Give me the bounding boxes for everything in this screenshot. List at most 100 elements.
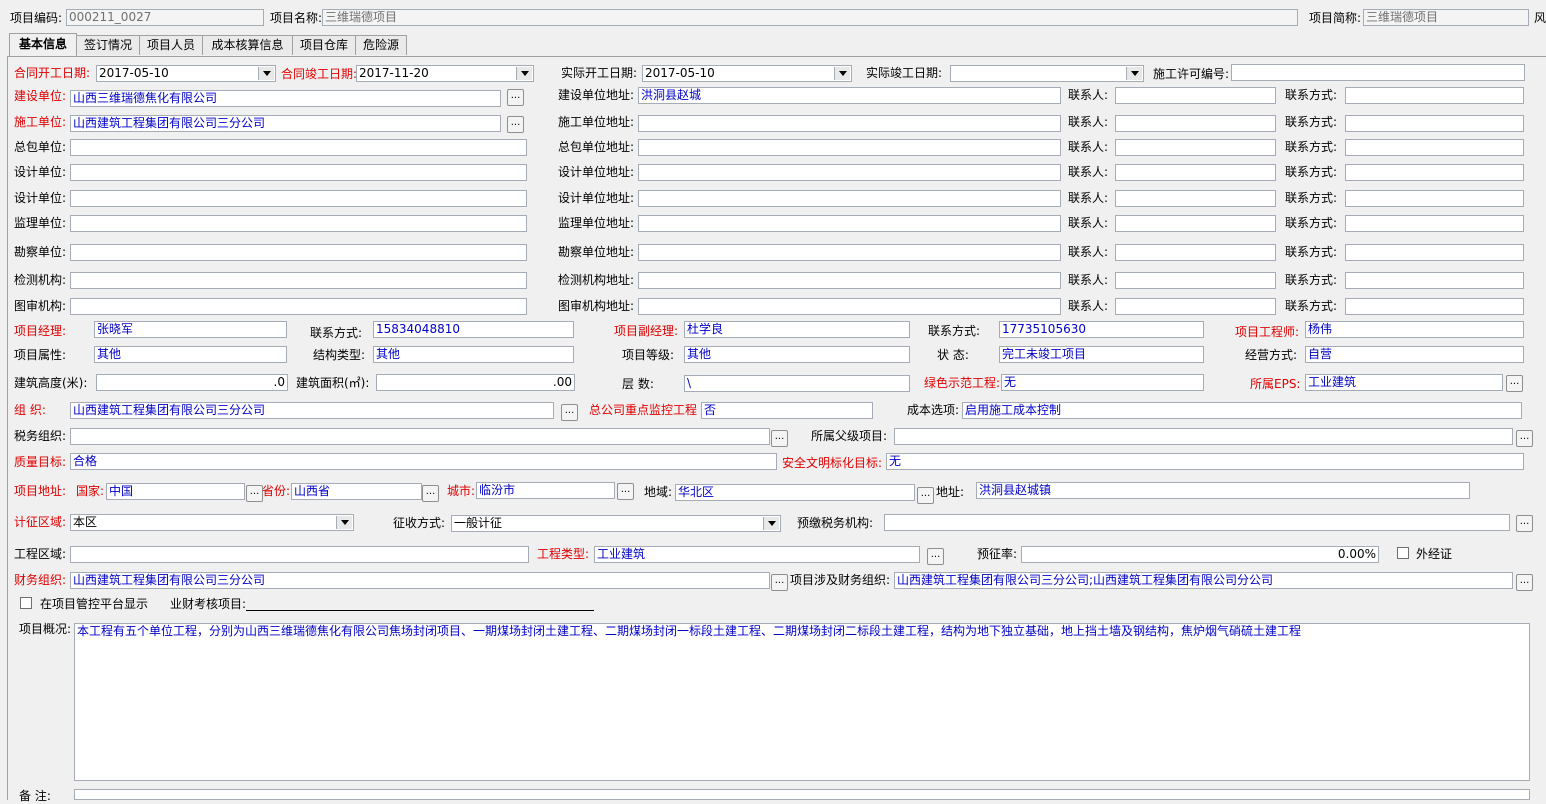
contract-end-picker[interactable]: 2017-11-20 <box>356 65 534 82</box>
dropdown-arrow-icon[interactable] <box>763 517 779 530</box>
review-addr-field[interactable] <box>638 298 1061 315</box>
project-code-field[interactable]: 000211_0027 <box>66 9 264 26</box>
engineer-field[interactable]: 杨伟 <box>1305 321 1524 338</box>
country-field[interactable]: 中国 <box>106 483 245 500</box>
dropdown-arrow-icon[interactable] <box>834 67 850 80</box>
tab-signing[interactable]: 签订情况 <box>76 35 140 55</box>
testing-phone-field[interactable] <box>1345 272 1524 289</box>
build-phone-field[interactable] <box>1345 87 1524 104</box>
supervise-unit-field[interactable] <box>70 215 527 232</box>
finance-org-browse-button[interactable]: ... <box>771 574 788 591</box>
finance-org-field[interactable]: 山西建筑工程集团有限公司三分公司 <box>70 572 770 589</box>
survey-phone-field[interactable] <box>1345 244 1524 261</box>
province-field[interactable]: 山西省 <box>291 483 422 500</box>
tax-zone-select[interactable]: 本区 <box>70 514 354 531</box>
testing-contact-field[interactable] <box>1115 272 1276 289</box>
structure-field[interactable]: 其他 <box>373 346 574 363</box>
grade-field[interactable]: 其他 <box>684 346 910 363</box>
province-browse-button[interactable]: ... <box>422 485 439 502</box>
org-field[interactable]: 山西建筑工程集团有限公司三分公司 <box>70 402 554 419</box>
construct-phone-field[interactable] <box>1345 115 1524 132</box>
green-field[interactable]: 无 <box>1001 374 1204 391</box>
design2-phone-field[interactable] <box>1345 190 1524 207</box>
dropdown-arrow-icon[interactable] <box>1126 67 1142 80</box>
survey-addr-field[interactable] <box>638 244 1061 261</box>
general-addr-field[interactable] <box>638 139 1061 156</box>
testing-unit-field[interactable] <box>70 272 527 289</box>
tax-org-field[interactable] <box>70 428 770 445</box>
review-phone-field[interactable] <box>1345 298 1524 315</box>
permit-field[interactable] <box>1231 64 1525 81</box>
survey-contact-field[interactable] <box>1115 244 1276 261</box>
prepay-rate-field[interactable]: 0.00% <box>1021 546 1379 563</box>
dropdown-arrow-icon[interactable] <box>336 516 352 529</box>
address-field[interactable]: 洪洞县赵城镇 <box>976 482 1470 499</box>
city-browse-button[interactable]: ... <box>617 483 634 500</box>
construct-addr-field[interactable] <box>638 115 1061 132</box>
eps-field[interactable]: 工业建筑 <box>1305 374 1503 391</box>
build-unit-field[interactable]: 山西三维瑞德焦化有限公司 <box>70 90 501 107</box>
project-name-field[interactable]: 三维瑞德项目 <box>322 9 1298 26</box>
prepay-agency-field[interactable] <box>884 514 1510 531</box>
tax-method-select[interactable]: 一般计征 <box>451 515 781 532</box>
related-finance-browse-button[interactable]: ... <box>1516 574 1533 591</box>
region-browse-button[interactable]: ... <box>917 487 934 504</box>
eps-browse-button[interactable]: ... <box>1506 375 1523 392</box>
design1-addr-field[interactable] <box>638 164 1061 181</box>
construct-unit-field[interactable]: 山西建筑工程集团有限公司三分公司 <box>70 115 501 132</box>
dropdown-arrow-icon[interactable] <box>258 67 274 80</box>
assess-project-field[interactable] <box>246 610 594 611</box>
tab-basic-info[interactable]: 基本信息 <box>9 33 77 56</box>
quality-field[interactable]: 合格 <box>70 453 777 470</box>
supervise-contact-field[interactable] <box>1115 215 1276 232</box>
cost-option-field[interactable]: 启用施工成本控制 <box>962 402 1522 419</box>
monitor-field[interactable]: 否 <box>701 402 873 419</box>
safety-field[interactable]: 无 <box>886 453 1524 470</box>
parent-project-field[interactable] <box>894 428 1513 445</box>
external-cert-checkbox[interactable] <box>1397 547 1409 559</box>
status-field[interactable]: 完工未竣工项目 <box>999 346 1204 363</box>
survey-unit-field[interactable] <box>70 244 527 261</box>
project-short-field[interactable]: 三维瑞德项目 <box>1363 9 1529 26</box>
tab-hazards[interactable]: 危险源 <box>355 35 407 55</box>
design2-unit-field[interactable] <box>70 190 527 207</box>
org-browse-button[interactable]: ... <box>561 404 578 421</box>
general-phone-field[interactable] <box>1345 139 1524 156</box>
show-platform-checkbox[interactable] <box>20 597 32 609</box>
tab-warehouse[interactable]: 项目仓库 <box>292 35 356 55</box>
eng-type-browse-button[interactable]: ... <box>927 548 944 565</box>
build-addr-field[interactable]: 洪洞县赵城 <box>638 87 1061 104</box>
floors-field[interactable]: \ <box>684 375 910 392</box>
dropdown-arrow-icon[interactable] <box>516 67 532 80</box>
review-unit-field[interactable] <box>70 298 527 315</box>
overview-textarea[interactable]: 本工程有五个单位工程，分别为山西三维瑞德焦化有限公司焦场封闭项目、一期煤场封闭土… <box>74 623 1530 781</box>
build-unit-browse-button[interactable]: ... <box>507 89 524 106</box>
general-contact-field[interactable] <box>1115 139 1276 156</box>
prepay-agency-browse-button[interactable]: ... <box>1516 515 1533 532</box>
tax-org-browse-button[interactable]: ... <box>771 430 788 447</box>
manager-field[interactable]: 张晓军 <box>94 321 287 338</box>
design2-contact-field[interactable] <box>1115 190 1276 207</box>
construct-contact-field[interactable] <box>1115 115 1276 132</box>
deputy-field[interactable]: 杜学良 <box>684 321 910 338</box>
mode-field[interactable]: 自营 <box>1305 346 1524 363</box>
build-contact-field[interactable] <box>1115 87 1276 104</box>
testing-addr-field[interactable] <box>638 272 1061 289</box>
design1-unit-field[interactable] <box>70 164 527 181</box>
review-contact-field[interactable] <box>1115 298 1276 315</box>
property-field[interactable]: 其他 <box>94 346 287 363</box>
tab-personnel[interactable]: 项目人员 <box>139 35 203 55</box>
supervise-addr-field[interactable] <box>638 215 1061 232</box>
area-field[interactable]: .00 <box>376 374 575 391</box>
actual-start-picker[interactable]: 2017-05-10 <box>642 65 852 82</box>
region-field[interactable]: 华北区 <box>675 484 915 501</box>
design1-phone-field[interactable] <box>1345 164 1524 181</box>
contract-start-picker[interactable]: 2017-05-10 <box>96 65 276 82</box>
related-finance-field[interactable]: 山西建筑工程集团有限公司三分公司;山西建筑工程集团有限公司分公司 <box>894 572 1513 589</box>
parent-project-browse-button[interactable]: ... <box>1516 430 1533 447</box>
construct-unit-browse-button[interactable]: ... <box>507 116 524 133</box>
design1-contact-field[interactable] <box>1115 164 1276 181</box>
supervise-phone-field[interactable] <box>1345 215 1524 232</box>
country-browse-button[interactable]: ... <box>246 485 263 502</box>
height-field[interactable]: .0 <box>96 374 288 391</box>
